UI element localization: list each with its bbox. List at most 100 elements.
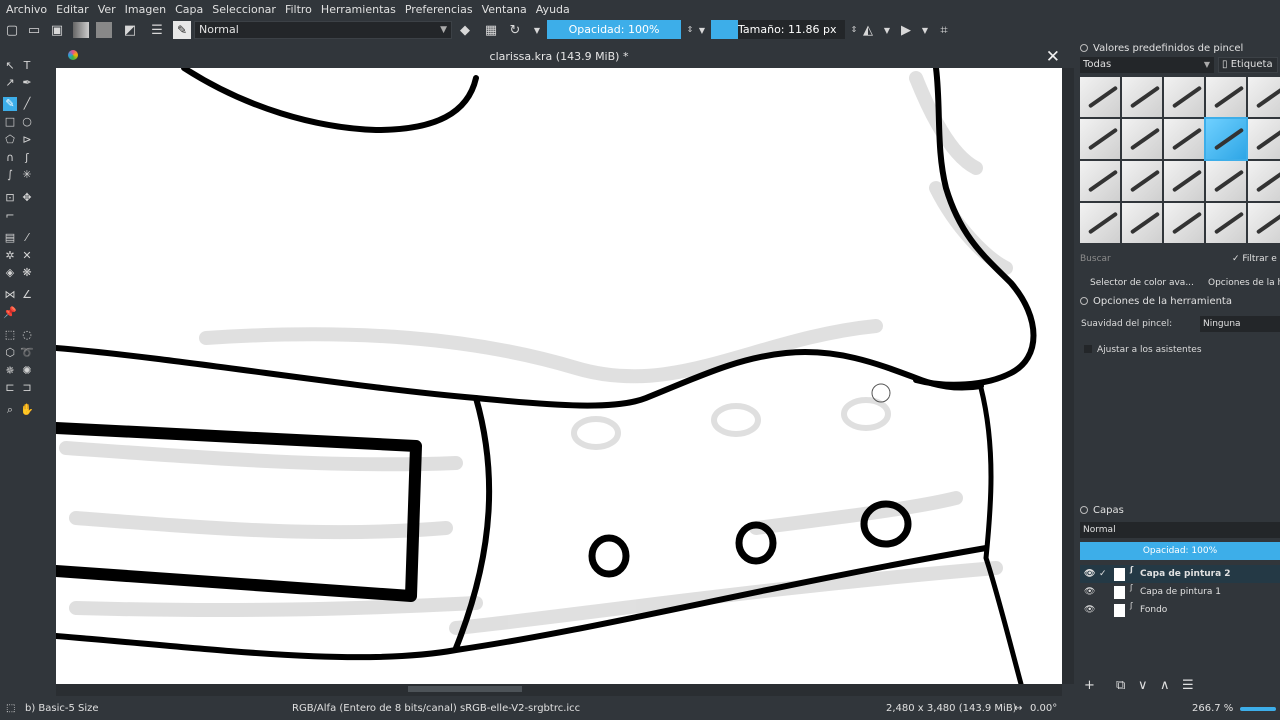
- tab-color-selector[interactable]: Selector de color ava...: [1090, 278, 1194, 288]
- menu-imagen[interactable]: Imagen: [125, 3, 166, 16]
- brush-preset-tile[interactable]: [1164, 161, 1204, 201]
- scrollbar-thumb[interactable]: [408, 686, 522, 692]
- assistant-tool-icon[interactable]: ⋈: [3, 288, 17, 302]
- save-icon[interactable]: ▣: [48, 21, 66, 39]
- size-slider[interactable]: Tamaño: 11.86 px: [711, 20, 845, 39]
- check-icon[interactable]: ✓: [1099, 565, 1107, 583]
- move-down-icon[interactable]: ∨: [1138, 678, 1148, 693]
- chevron-down-icon[interactable]: ▼: [693, 21, 711, 39]
- brush-preset-tile[interactable]: [1122, 77, 1162, 117]
- brush-preset-tile[interactable]: [1206, 203, 1246, 243]
- layer-opacity-slider[interactable]: Opacidad: 100%: [1080, 542, 1280, 560]
- assistant-checkbox[interactable]: [1084, 345, 1092, 353]
- gradient-tool-icon[interactable]: ▤: [3, 231, 17, 245]
- close-icon[interactable]: ✕: [1046, 47, 1060, 67]
- menu-seleccionar[interactable]: Seleccionar: [212, 3, 276, 16]
- similar-select-icon[interactable]: ✺: [20, 364, 34, 378]
- alpha-lock-icon[interactable]: ▦: [482, 21, 500, 39]
- select-shapes-icon[interactable]: ↖: [3, 59, 17, 73]
- crop-tool-icon[interactable]: ⌐: [3, 209, 17, 223]
- smart-patch-icon[interactable]: ✲: [3, 249, 17, 263]
- brush-preset-tile[interactable]: [1248, 203, 1280, 243]
- menu-ayuda[interactable]: Ayuda: [536, 3, 570, 16]
- calligraphy-icon[interactable]: ✒: [20, 76, 34, 90]
- pan-tool-icon[interactable]: ✋: [20, 403, 34, 417]
- menu-ver[interactable]: Ver: [98, 3, 116, 16]
- enclose-fill-icon[interactable]: ❋: [20, 266, 34, 280]
- brush-preset-tile[interactable]: [1248, 161, 1280, 201]
- ellipse-tool-icon[interactable]: ○: [20, 115, 34, 129]
- brush-preset-tile[interactable]: [1164, 77, 1204, 117]
- mirror-horizontal-icon[interactable]: ◭: [859, 21, 877, 39]
- dynamic-brush-icon[interactable]: ∫: [3, 168, 17, 182]
- wrap-around-icon[interactable]: ⌗: [935, 21, 953, 39]
- new-document-icon[interactable]: ▢: [3, 21, 21, 39]
- brush-preset-tile[interactable]: [1164, 119, 1204, 159]
- edit-shapes-icon[interactable]: ↗: [3, 76, 17, 90]
- reference-images-icon[interactable]: 📌: [3, 306, 17, 320]
- layer-row[interactable]: 👁 ʃ Fondo: [1080, 601, 1280, 619]
- brush-preset-tile[interactable]: [1248, 77, 1280, 117]
- visibility-eye-icon[interactable]: 👁: [1084, 583, 1095, 601]
- gradient-icon[interactable]: [72, 21, 90, 39]
- preset-filter-select[interactable]: Todas ▼: [1080, 57, 1214, 73]
- zoom-slider[interactable]: [1240, 707, 1276, 711]
- chevron-down-icon[interactable]: ▼: [878, 21, 896, 39]
- polygon-select-icon[interactable]: ⬡: [3, 346, 17, 360]
- reload-preset-icon[interactable]: ↻: [506, 21, 524, 39]
- contiguous-select-icon[interactable]: ✵: [3, 364, 17, 378]
- visibility-eye-icon[interactable]: 👁: [1084, 565, 1095, 583]
- menu-preferencias[interactable]: Preferencias: [405, 3, 473, 16]
- brush-preset-tile[interactable]: [1164, 203, 1204, 243]
- blend-mode-select[interactable]: Normal ▼: [194, 21, 452, 39]
- opacity-slider[interactable]: Opacidad: 100%: [547, 20, 681, 39]
- dock-float-icon[interactable]: [1080, 44, 1088, 52]
- move-tool-icon[interactable]: ✥: [20, 191, 34, 205]
- add-layer-icon[interactable]: +: [1084, 678, 1095, 693]
- colorize-mask-icon[interactable]: ✕: [20, 249, 34, 263]
- brush-preset-tile[interactable]: [1204, 117, 1248, 161]
- magnetic-select-icon[interactable]: ⊐: [20, 381, 34, 395]
- layer-blend-select[interactable]: Normal: [1080, 522, 1280, 538]
- layer-row[interactable]: 👁 ʃ Capa de pintura 1: [1080, 583, 1280, 601]
- measure-tool-icon[interactable]: ∠: [20, 288, 34, 302]
- bezier-tool-icon[interactable]: ∩: [3, 151, 17, 165]
- color-picker-icon[interactable]: ⁄: [20, 231, 34, 245]
- visibility-eye-icon[interactable]: 👁: [1084, 601, 1095, 619]
- rect-select-icon[interactable]: ⬚: [3, 328, 17, 342]
- color-swap-icon[interactable]: ◩: [121, 21, 139, 39]
- layer-properties-icon[interactable]: ☰: [1182, 678, 1194, 693]
- menu-filtro[interactable]: Filtro: [285, 3, 312, 16]
- tag-button[interactable]: ▯ Etiqueta: [1218, 57, 1278, 73]
- smoothing-select[interactable]: Ninguna: [1200, 316, 1280, 332]
- chevron-down-icon[interactable]: ▼: [916, 21, 934, 39]
- brush-settings-icon[interactable]: ☰: [148, 21, 166, 39]
- dock-float-icon[interactable]: [1080, 506, 1088, 514]
- brush-preset-tile[interactable]: [1206, 77, 1246, 117]
- layer-row[interactable]: 👁 ✓ ʃ Capa de pintura 2: [1080, 565, 1280, 583]
- horizontal-scrollbar[interactable]: [56, 684, 1062, 696]
- freehand-path-icon[interactable]: ʃ: [20, 151, 34, 165]
- multibrush-icon[interactable]: ✳: [20, 168, 34, 182]
- brush-preset-tile[interactable]: [1122, 203, 1162, 243]
- filter-checkbox[interactable]: ✓ Filtrar e: [1232, 251, 1280, 267]
- tab-tool-options[interactable]: Opciones de la he: [1208, 278, 1280, 288]
- vertical-scrollbar[interactable]: [1062, 68, 1074, 684]
- menu-editar[interactable]: Editar: [56, 3, 89, 16]
- brush-preset-tile[interactable]: [1080, 77, 1120, 117]
- zoom-tool-icon[interactable]: ⌕: [3, 403, 17, 417]
- brush-preset-tile[interactable]: [1248, 119, 1280, 159]
- brush-preset-tile[interactable]: [1206, 161, 1246, 201]
- line-tool-icon[interactable]: ╱: [20, 97, 34, 111]
- menu-archivo[interactable]: Archivo: [6, 3, 47, 16]
- drawing-canvas[interactable]: [56, 68, 1062, 684]
- brush-preset-tile[interactable]: [1080, 203, 1120, 243]
- menu-herramientas[interactable]: Herramientas: [321, 3, 396, 16]
- polygon-tool-icon[interactable]: ⬠: [3, 133, 17, 147]
- brush-preset-tile[interactable]: [1080, 119, 1120, 159]
- bezier-select-icon[interactable]: ⊏: [3, 381, 17, 395]
- pattern-icon[interactable]: [95, 21, 113, 39]
- brush-preset-icon[interactable]: ✎: [173, 21, 191, 39]
- brush-preset-tile[interactable]: [1080, 161, 1120, 201]
- duplicate-layer-icon[interactable]: ⧉: [1116, 678, 1125, 693]
